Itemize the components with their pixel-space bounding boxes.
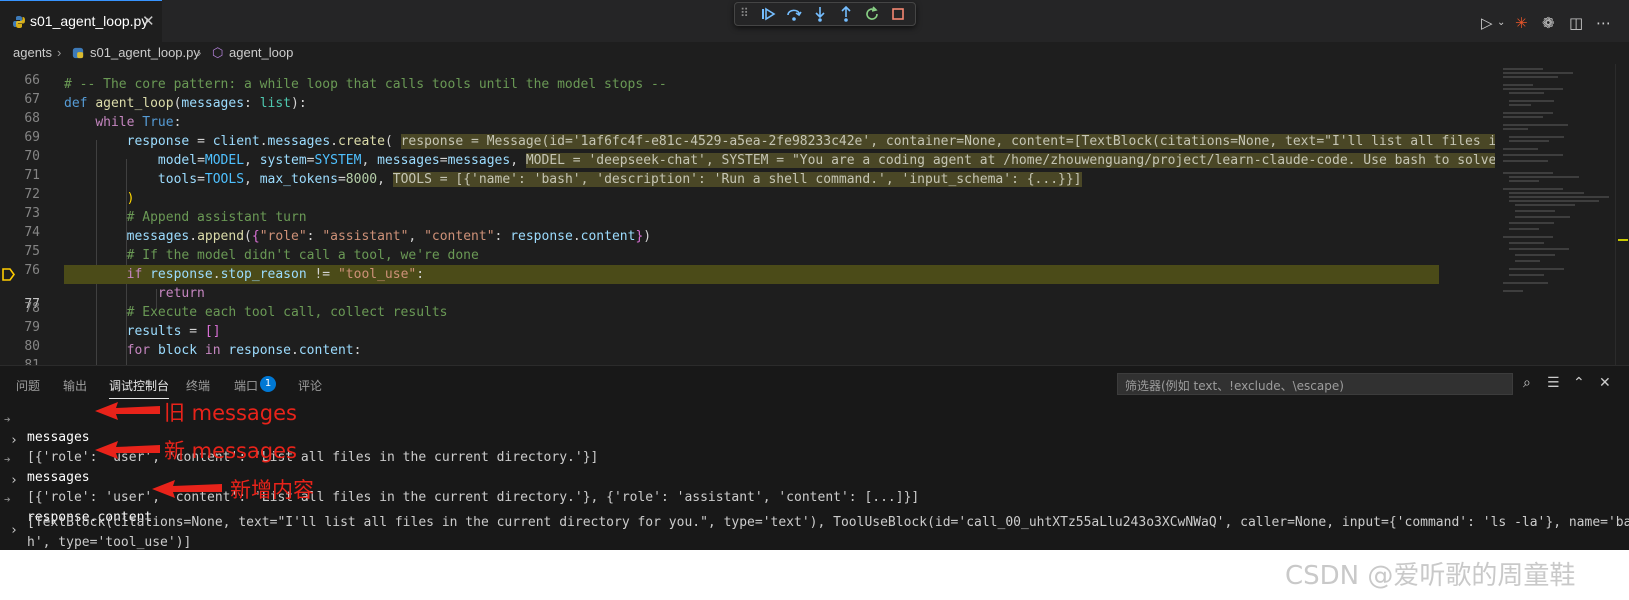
annotation-new-messages: 新 messages xyxy=(164,439,297,463)
arrow-old-messages xyxy=(95,402,160,420)
annotation-old-messages: 旧 messages xyxy=(164,401,297,425)
arrow-response-content xyxy=(152,480,222,498)
vscode-window: s01_agent_loop.py ✕ ⠿ ▷ ⌄ ✳ ❁ ◫ ⋯ agents… xyxy=(0,0,1629,550)
annotation-new-content: 新增内容 xyxy=(230,478,314,502)
arrow-new-messages xyxy=(95,441,160,459)
annotation-arrows xyxy=(95,402,222,498)
csdn-watermark: CSDN @爱听歌的周童鞋 xyxy=(1285,561,1576,591)
